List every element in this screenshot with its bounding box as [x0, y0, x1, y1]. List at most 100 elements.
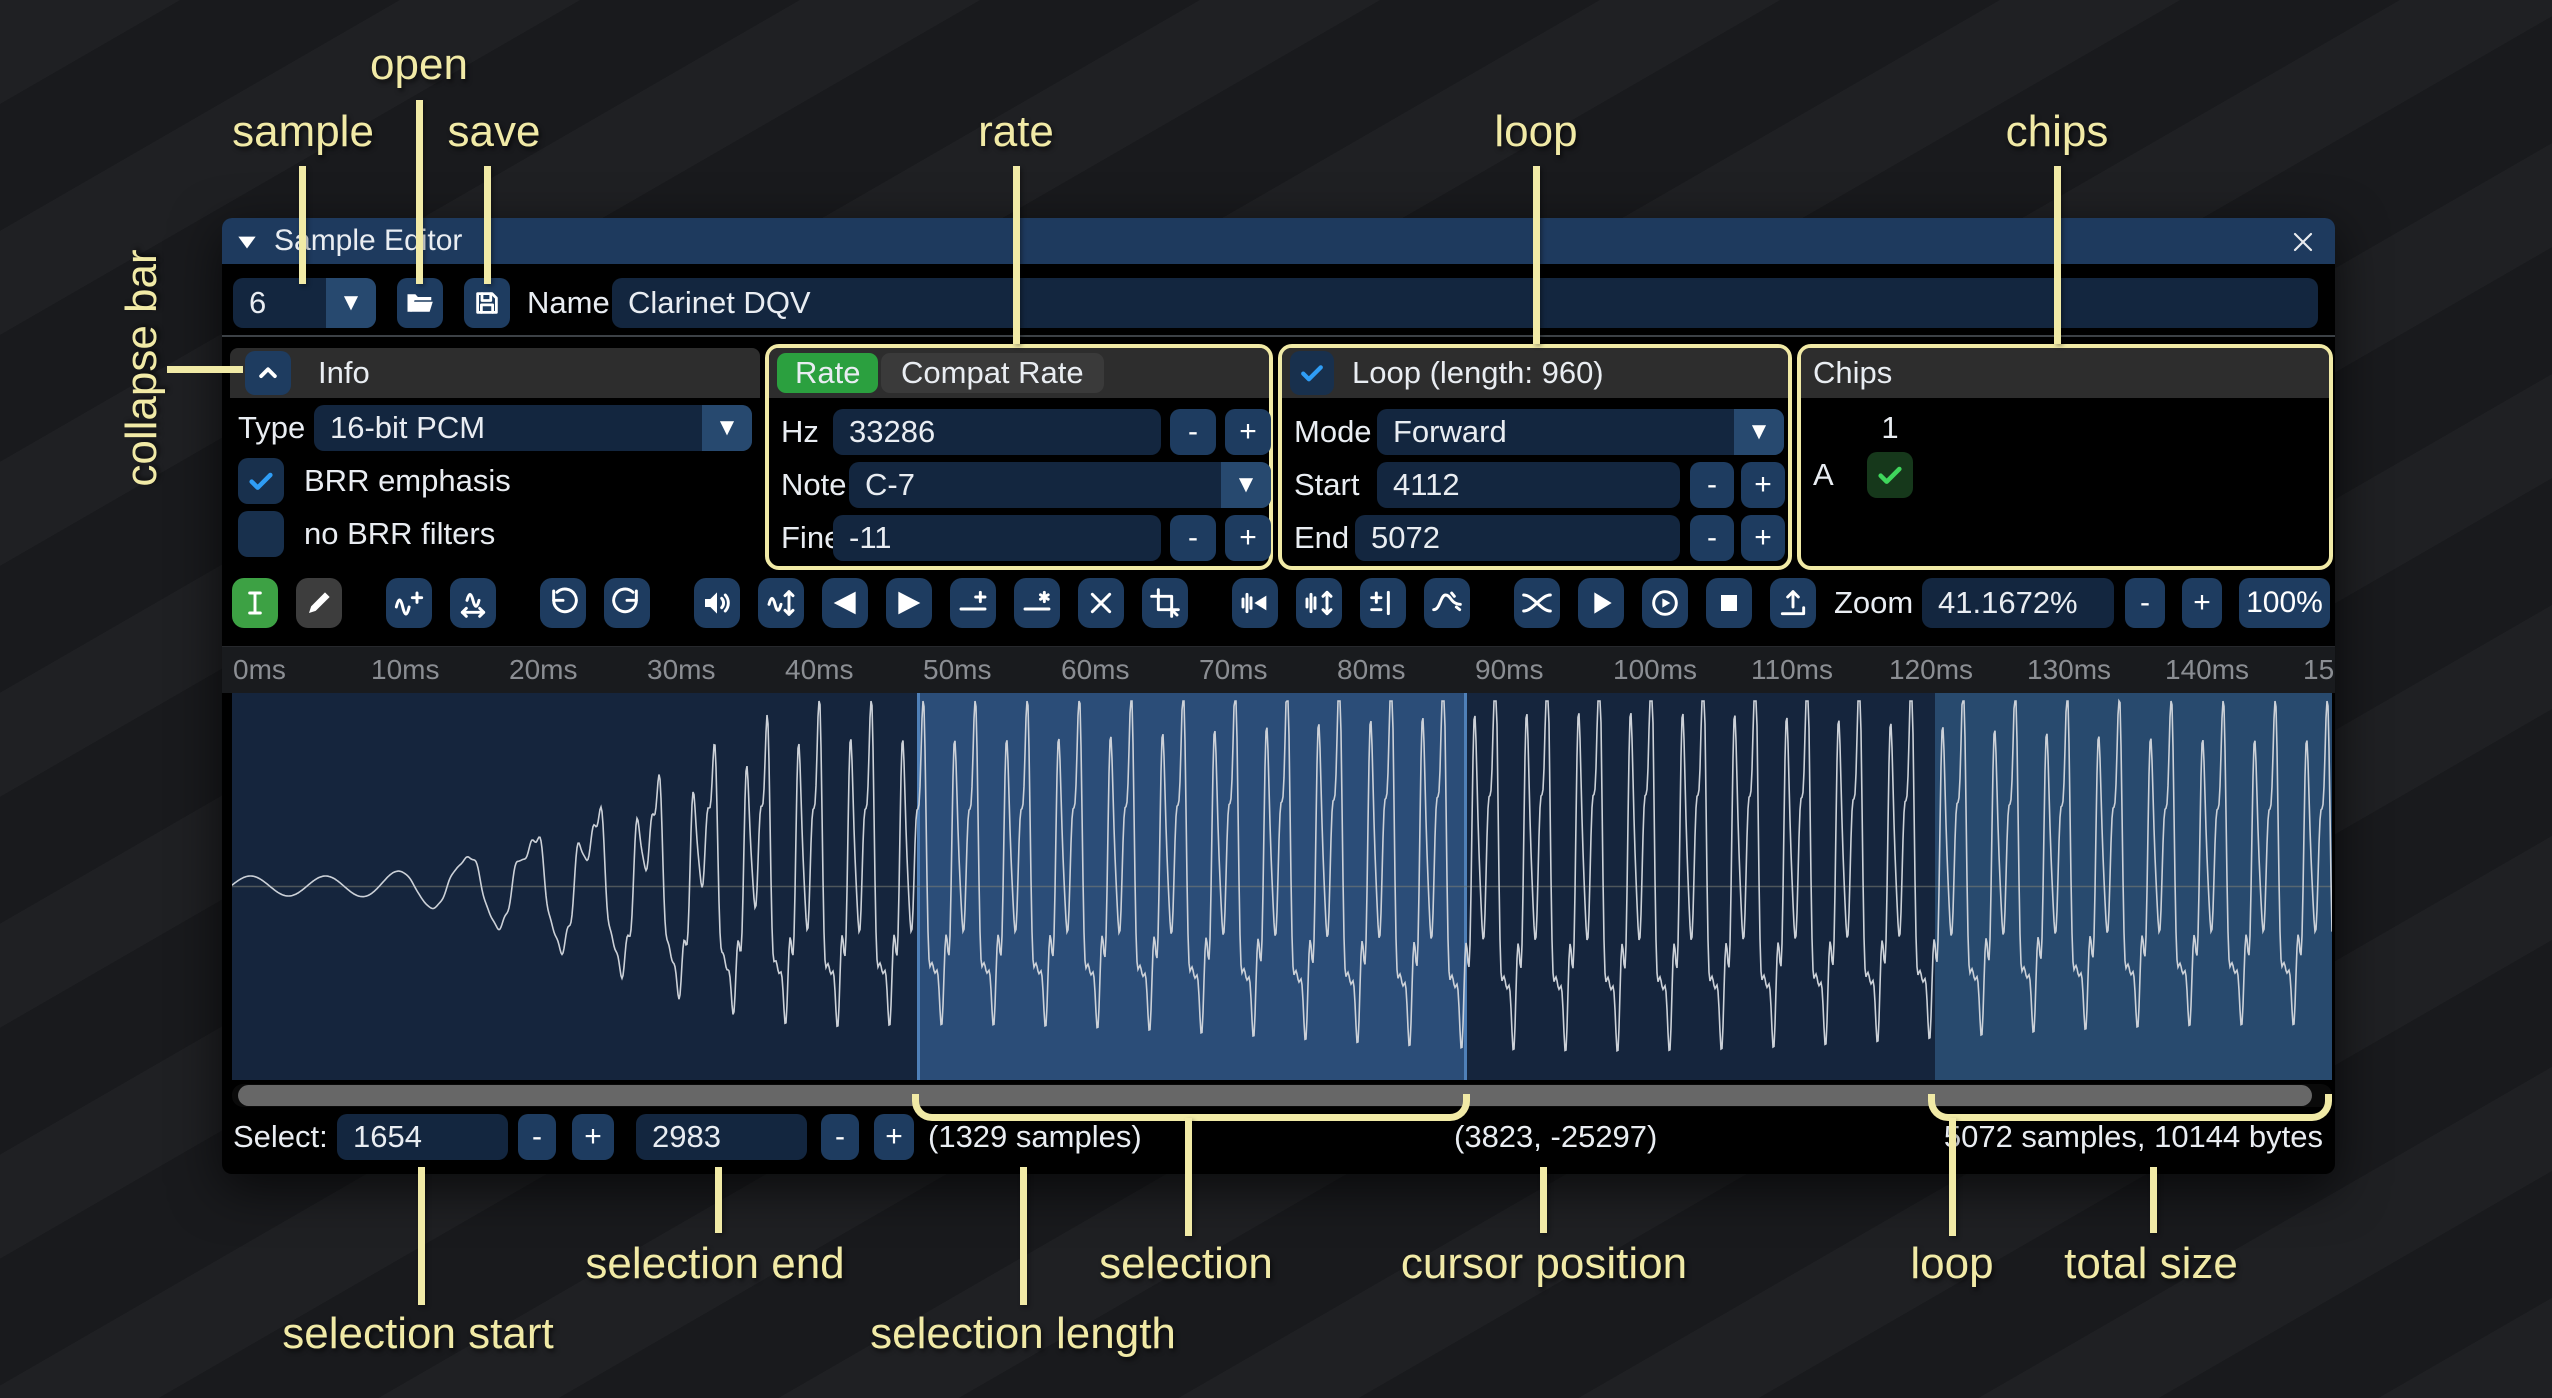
waveform-display[interactable] — [232, 693, 2332, 1080]
loop-start-decrement-button[interactable]: - — [1690, 462, 1734, 508]
hz-label: Hz — [781, 409, 819, 455]
timeline-tick: 90ms — [1475, 647, 1543, 693]
check-icon — [1874, 459, 1906, 491]
insert-button[interactable] — [386, 578, 432, 628]
tab-compat-rate[interactable]: Compat Rate — [881, 353, 1104, 393]
info-panel-header[interactable]: Info — [230, 348, 760, 398]
loop-end-increment-button[interactable]: + — [1741, 515, 1785, 561]
save-sample-button[interactable] — [464, 278, 510, 328]
selection-start-input[interactable]: 1654 — [337, 1114, 508, 1160]
annotation-line-selection — [1185, 1118, 1192, 1236]
annotation-line-chips — [2054, 166, 2061, 344]
selection-end-input[interactable]: 2983 — [636, 1114, 807, 1160]
insert-silence-button[interactable] — [950, 578, 996, 628]
selection-start-decrement-button[interactable]: - — [518, 1114, 556, 1160]
apply-silence-button[interactable] — [1014, 578, 1060, 628]
sample-type-dropdown[interactable]: 16-bit PCM ▼ — [314, 405, 752, 451]
chevron-down-icon[interactable]: ▼ — [1734, 409, 1784, 455]
name-input[interactable]: Clarinet DQV — [612, 278, 2318, 328]
type-label: Type — [238, 405, 305, 451]
window-collapse-icon[interactable] — [234, 229, 260, 255]
chips-panel-title: Chips — [1813, 355, 1892, 390]
timeline-ruler[interactable]: 0ms10ms20ms30ms40ms50ms60ms70ms80ms90ms1… — [222, 646, 2335, 693]
no-brr-filters-checkbox[interactable] — [238, 511, 284, 557]
timeline-tick: 30ms — [647, 647, 715, 693]
undo-button[interactable] — [540, 578, 586, 628]
amplify-button[interactable] — [694, 578, 740, 628]
titlebar[interactable]: Sample Editor — [222, 218, 2335, 264]
timeline-tick: 110ms — [1751, 647, 1833, 693]
timeline-tick: 40ms — [785, 647, 853, 693]
open-sample-button[interactable] — [397, 278, 443, 328]
chevron-down-icon[interactable]: ▼ — [326, 278, 376, 328]
invert-button[interactable] — [1296, 578, 1342, 628]
no-brr-filters-label: no BRR filters — [304, 511, 495, 557]
filter-button[interactable] — [1424, 578, 1470, 628]
rate-panel: Rate Compat Rate Hz 33286 - + Note C-7 ▼… — [765, 344, 1273, 570]
preview-cursor-button[interactable] — [1642, 578, 1688, 628]
close-icon[interactable] — [2287, 226, 2319, 258]
loop-panel-header: Loop (length: 960) — [1282, 348, 1788, 398]
cursor-position-text: (3823, -25297) — [1454, 1114, 1657, 1160]
trim-icon — [1149, 587, 1181, 619]
stop-preview-button[interactable] — [1706, 578, 1752, 628]
annotation-selection-end: selection end — [585, 1240, 844, 1288]
reverse-button[interactable] — [1232, 578, 1278, 628]
annotation-line-sample — [299, 166, 306, 284]
chip-column-header: 1 — [1859, 410, 1921, 446]
loop-start-increment-button[interactable]: + — [1741, 462, 1785, 508]
fine-decrement-button[interactable]: - — [1170, 515, 1216, 561]
chip-row-label: A — [1813, 452, 1834, 498]
tab-rate[interactable]: Rate — [777, 353, 878, 393]
sample-selector[interactable]: 6 ▼ — [233, 278, 376, 328]
note-dropdown[interactable]: C-7 ▼ — [849, 462, 1271, 508]
chevron-down-icon[interactable]: ▼ — [702, 405, 752, 451]
selection-end-increment-button[interactable]: + — [874, 1114, 914, 1160]
sample-editor-window: Sample Editor 6 ▼ Name Clarinet DQV — [222, 218, 2335, 1174]
loop-end-decrement-button[interactable]: - — [1690, 515, 1734, 561]
loop-end-input[interactable]: 5072 — [1355, 515, 1680, 561]
draw-mode-button[interactable] — [296, 578, 342, 628]
signed-unsigned-button[interactable] — [1360, 578, 1406, 628]
page: Sample Editor 6 ▼ Name Clarinet DQV — [0, 0, 2552, 1398]
zoom-out-button[interactable]: - — [2125, 578, 2165, 628]
loop-start-input[interactable]: 4112 — [1377, 462, 1680, 508]
fade-in-button[interactable] — [822, 578, 868, 628]
make-wavetable-icon — [1777, 587, 1809, 619]
normalize-button[interactable] — [758, 578, 804, 628]
trim-button[interactable] — [1142, 578, 1188, 628]
loop-end-label: End — [1294, 515, 1349, 561]
selection-end-decrement-button[interactable]: - — [821, 1114, 859, 1160]
filter-icon — [1431, 587, 1463, 619]
fine-increment-button[interactable]: + — [1225, 515, 1271, 561]
crossfade-button[interactable] — [1514, 578, 1560, 628]
zoom-reset-button[interactable]: 100% — [2239, 578, 2330, 628]
resize-button[interactable] — [450, 578, 496, 628]
selection-start-increment-button[interactable]: + — [572, 1114, 614, 1160]
timeline-tick: 10ms — [371, 647, 439, 693]
zoom-in-button[interactable]: + — [2182, 578, 2222, 628]
delete-button[interactable] — [1078, 578, 1124, 628]
collapse-bar-button[interactable] — [245, 351, 291, 395]
redo-button[interactable] — [604, 578, 650, 628]
fine-input[interactable]: -11 — [833, 515, 1161, 561]
hz-decrement-button[interactable]: - — [1170, 409, 1216, 455]
loop-enable-checkbox[interactable] — [1290, 351, 1334, 395]
make-wavetable-button[interactable] — [1770, 578, 1816, 628]
hz-increment-button[interactable]: + — [1225, 409, 1271, 455]
chevron-down-icon[interactable]: ▼ — [1221, 462, 1271, 508]
chip-enable-checkbox[interactable] — [1867, 452, 1913, 498]
preview-button[interactable] — [1578, 578, 1624, 628]
reverse-icon — [1239, 587, 1271, 619]
select-mode-button[interactable] — [232, 578, 278, 628]
hz-input[interactable]: 33286 — [833, 409, 1161, 455]
loop-mode-dropdown[interactable]: Forward ▼ — [1377, 409, 1784, 455]
timeline-tick: 20ms — [509, 647, 577, 693]
annotation-save: save — [448, 108, 541, 156]
timeline-tick: 120ms — [1889, 647, 1973, 693]
selection-bracket — [912, 1094, 1470, 1121]
brr-emphasis-checkbox[interactable] — [238, 458, 284, 504]
zoom-input[interactable]: 41.1672% — [1922, 578, 2114, 628]
fade-out-button[interactable] — [886, 578, 932, 628]
loop-panel: Loop (length: 960) Mode Forward ▼ Start … — [1278, 344, 1792, 570]
